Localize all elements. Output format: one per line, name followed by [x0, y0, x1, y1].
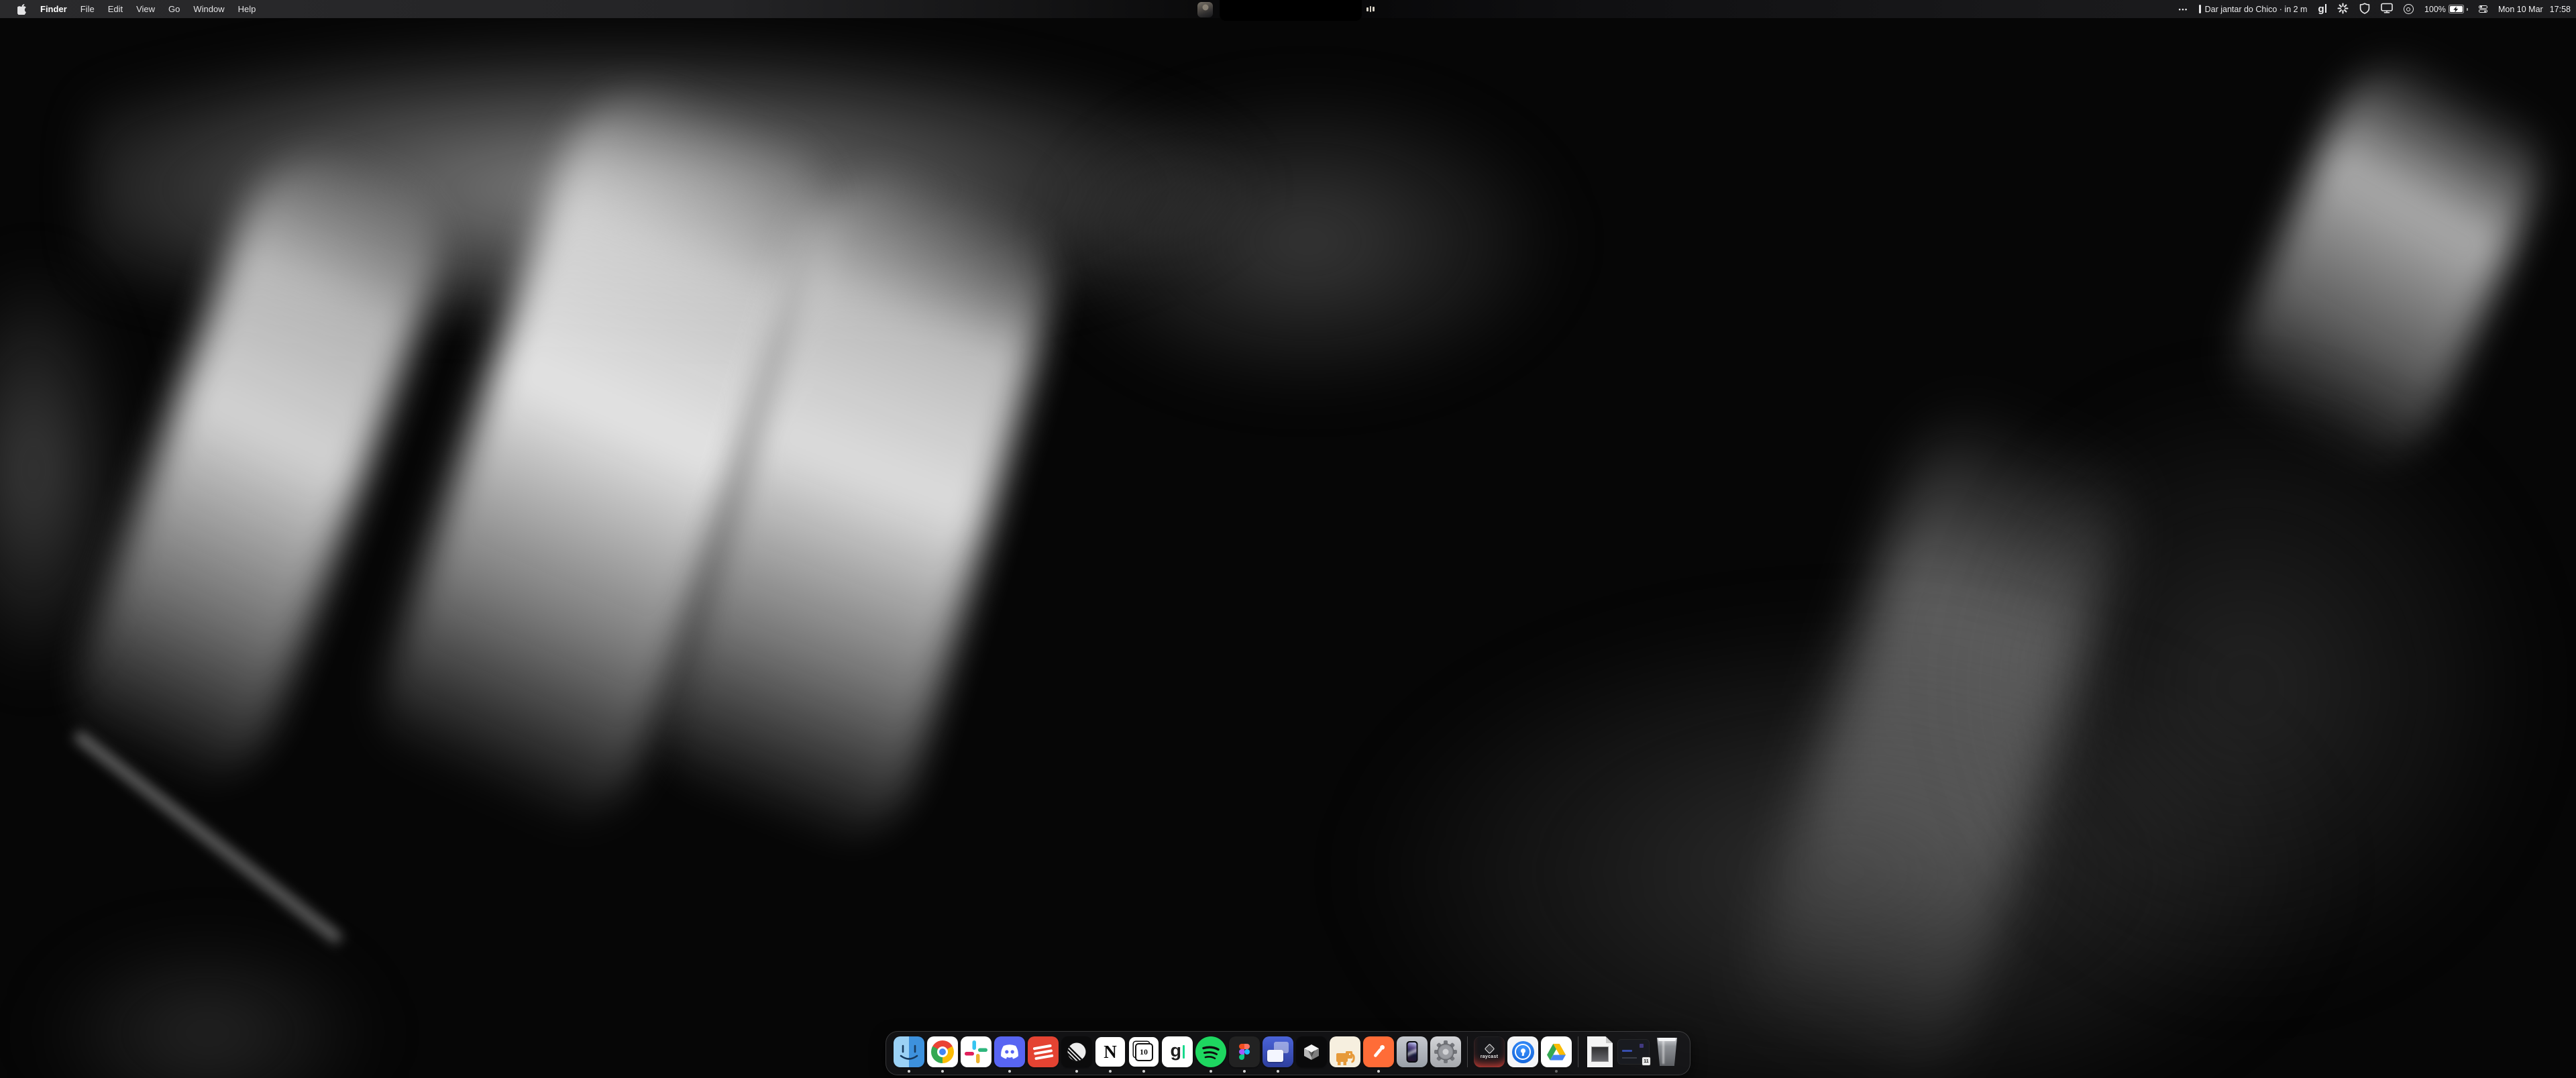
dock-item-chrome[interactable]	[926, 1036, 959, 1067]
control-center-icon[interactable]	[2479, 5, 2487, 13]
dock-item-one-password[interactable]	[1507, 1036, 1539, 1067]
running-indicator	[1075, 1070, 1078, 1073]
running-indicator	[1555, 1070, 1558, 1073]
dock: N10g raycast 11	[885, 1031, 1690, 1075]
dock-item-raycast[interactable]: raycast	[1473, 1036, 1505, 1067]
dock-divider	[1467, 1036, 1468, 1067]
desktop-wallpaper	[0, 0, 2576, 1078]
dock-item-grammarly[interactable]: g	[1161, 1036, 1193, 1067]
menubar-avatar-icon[interactable]	[1197, 2, 1213, 17]
display-notch	[1220, 0, 1362, 21]
menu-overflow-button[interactable]: •••	[2179, 6, 2188, 13]
menu-window[interactable]: Window	[186, 4, 231, 14]
dock-item-todoist[interactable]	[1027, 1036, 1059, 1067]
wallpaper-right-glow	[1945, 369, 2549, 1006]
running-indicator	[1142, 1070, 1145, 1073]
dock-item-finder[interactable]	[893, 1036, 925, 1067]
menu-app-name[interactable]: Finder	[34, 4, 74, 14]
dock-item-cube-3d[interactable]	[1295, 1036, 1328, 1067]
dock-item-alttab[interactable]	[1262, 1036, 1294, 1067]
display-mirroring-icon[interactable]	[2381, 3, 2393, 15]
running-indicator	[1243, 1070, 1246, 1073]
running-indicator	[908, 1070, 910, 1073]
apple-menu[interactable]	[11, 0, 32, 18]
dock-item-notion[interactable]: N	[1094, 1036, 1126, 1067]
dock-item-window-thumbnail[interactable]: 11	[1617, 1036, 1650, 1067]
running-indicator	[1210, 1070, 1212, 1073]
menubar-date: Mon 10 Mar	[2498, 5, 2543, 14]
battery-status[interactable]: 100%	[2424, 5, 2468, 14]
menu-file[interactable]: File	[74, 4, 101, 14]
wallpaper-gray-cloud-2	[1040, 80, 1576, 402]
menu-go[interactable]: Go	[162, 4, 186, 14]
dock-item-discord[interactable]	[994, 1036, 1026, 1067]
menu-edit[interactable]: Edit	[101, 4, 129, 14]
dock-item-postico[interactable]	[1329, 1036, 1361, 1067]
dock-item-notion-calendar[interactable]: 10	[1128, 1036, 1160, 1067]
dock-item-document-file[interactable]	[1584, 1036, 1616, 1067]
running-indicator	[1008, 1070, 1011, 1073]
dock-item-slack[interactable]	[960, 1036, 992, 1067]
battery-percent: 100%	[2424, 5, 2446, 14]
dock-item-figma[interactable]	[1228, 1036, 1260, 1067]
menu-bar: Finder FileEditViewGoWindowHelp ••• Dar …	[0, 0, 2576, 18]
dock-item-google-drive[interactable]	[1540, 1036, 1572, 1067]
dock-item-spotify[interactable]	[1195, 1036, 1227, 1067]
apple-logo-icon	[17, 4, 26, 15]
menubar-clock[interactable]: Mon 10 Mar 17:58	[2498, 5, 2571, 14]
battery-charging-icon	[2449, 5, 2464, 13]
app-menus: Finder FileEditViewGoWindowHelp	[0, 0, 262, 18]
menu-help[interactable]: Help	[231, 4, 263, 14]
dock-item-trash[interactable]	[1651, 1036, 1683, 1067]
running-indicator	[1277, 1070, 1279, 1073]
dock-item-system-settings[interactable]	[1430, 1036, 1462, 1067]
event-text: Dar jantar do Chico · in 2 m	[2205, 5, 2308, 14]
battery-nub	[2467, 8, 2468, 11]
target-circles-icon[interactable]	[2404, 4, 2414, 14]
dock-item-iphone-mirroring[interactable]	[1396, 1036, 1428, 1067]
running-indicator	[941, 1070, 944, 1073]
running-indicator	[1377, 1070, 1380, 1073]
menu-view[interactable]: View	[129, 4, 162, 14]
wallpaper-bottom-left-glow	[34, 932, 382, 1078]
menubar-time: 17:58	[2550, 5, 2571, 14]
calendar-event-item[interactable]: Dar jantar do Chico · in 2 m	[2199, 5, 2308, 14]
running-indicator	[1109, 1070, 1112, 1073]
starburst-icon[interactable]	[2337, 3, 2349, 16]
grammarly-g-icon[interactable]: g	[2318, 4, 2326, 14]
shield-icon[interactable]	[2359, 3, 2370, 16]
equalizer-icon[interactable]	[1366, 0, 1375, 18]
status-menu-area: ••• Dar jantar do Chico · in 2 m g 100%	[2179, 0, 2571, 18]
dock-item-postman[interactable]	[1362, 1036, 1395, 1067]
event-bar-icon	[2199, 5, 2201, 13]
dock-item-striped-sphere[interactable]	[1061, 1036, 1093, 1067]
